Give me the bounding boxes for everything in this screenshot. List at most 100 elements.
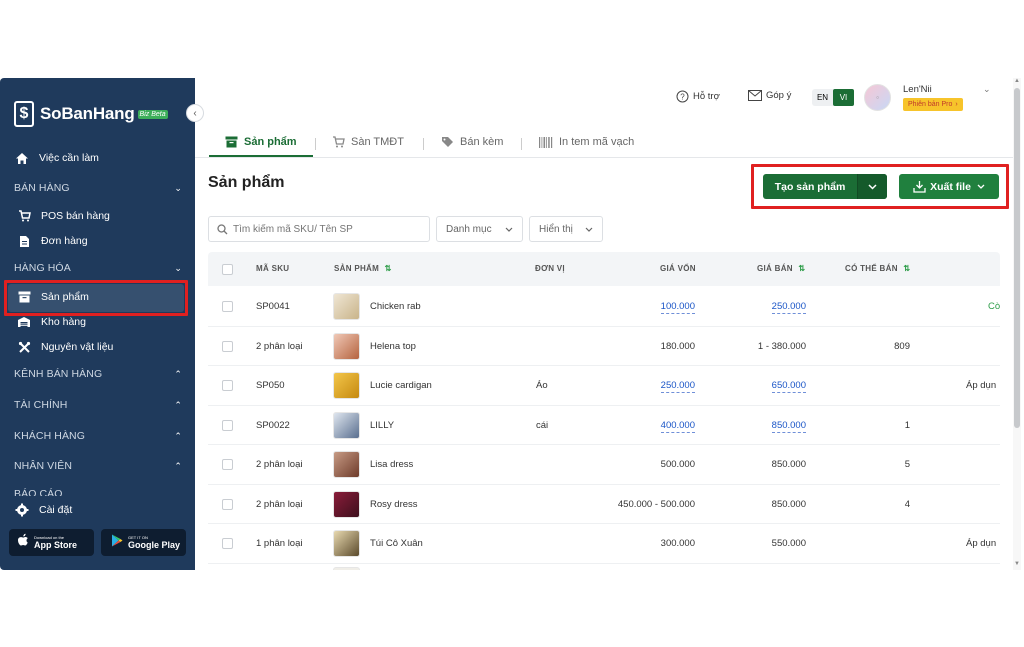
header-sku: MÃ SKU bbox=[256, 264, 290, 273]
avatar[interactable]: ○ bbox=[864, 84, 891, 111]
product-name[interactable]: Chicken rab bbox=[370, 301, 421, 312]
row-checkbox[interactable] bbox=[222, 301, 233, 312]
category-select[interactable]: Danh mục bbox=[436, 216, 523, 242]
price-value: 650.000 bbox=[771, 380, 806, 393]
tab-label: Sản phẩm bbox=[244, 136, 297, 148]
language-toggle[interactable]: EN VI bbox=[812, 89, 854, 106]
search-input[interactable] bbox=[233, 223, 423, 235]
header-available[interactable]: CÓ THỂ BÁN ⇅ bbox=[845, 264, 910, 273]
tab-barcode[interactable]: In tem mã vạch bbox=[539, 136, 634, 148]
product-name[interactable]: Lisa dress bbox=[370, 459, 413, 470]
row-checkbox[interactable] bbox=[222, 459, 233, 470]
tab-bundles[interactable]: Bán kèm bbox=[441, 136, 503, 148]
table-row[interactable]: SP0022 LILLY cái 400.000 850.000 1 bbox=[208, 406, 1000, 445]
cost-value: 100.000 bbox=[660, 301, 695, 314]
sku-cell: 2 phân loại bbox=[256, 459, 303, 470]
tab-label: In tem mã vạch bbox=[559, 136, 635, 148]
document-icon bbox=[16, 234, 32, 248]
sidebar-group-label: BÁO CÁO bbox=[14, 488, 63, 496]
svg-text:?: ? bbox=[680, 92, 685, 101]
table-row[interactable]: 2 phân loại Rosy dress 450.000 - 500.000… bbox=[208, 485, 1000, 524]
sidebar-group-label: TÀI CHÍNH bbox=[14, 399, 68, 411]
sort-icon: ⇅ bbox=[903, 264, 911, 273]
sidebar-group-finance[interactable]: TÀI CHÍNH ⌃ bbox=[14, 399, 182, 411]
tab-ecommerce[interactable]: Sàn TMĐT bbox=[332, 136, 404, 148]
chevron-down-icon: ⌄ bbox=[174, 262, 182, 273]
search-box[interactable] bbox=[208, 216, 430, 242]
product-name[interactable]: LILLY bbox=[370, 420, 394, 431]
cost-cell: 180.000 bbox=[660, 340, 695, 352]
cost-cell[interactable]: 100.000 bbox=[660, 301, 695, 314]
create-dropdown-toggle[interactable] bbox=[857, 174, 887, 199]
product-name[interactable]: Lucie cardigan bbox=[370, 380, 432, 391]
collapse-sidebar-button[interactable]: ‹ bbox=[186, 104, 204, 122]
sidebar: $ SoBanHang Biz Beta Việc cần làm BÁN HÀ… bbox=[0, 78, 195, 570]
row-checkbox[interactable] bbox=[222, 340, 233, 352]
row-checkbox[interactable] bbox=[222, 419, 233, 431]
select-all-checkbox[interactable] bbox=[222, 264, 233, 275]
sidebar-item-settings[interactable]: Cài đặt bbox=[14, 503, 72, 517]
sidebar-item-todo[interactable]: Việc cần làm bbox=[14, 151, 99, 165]
header-cost: GIÁ VỐN bbox=[660, 264, 696, 273]
sidebar-group-staff[interactable]: NHÂN VIÊN ⌃ bbox=[14, 460, 182, 472]
price-cell: 850.000 bbox=[771, 498, 806, 510]
sidebar-item-products[interactable]: Sản phẩm bbox=[16, 290, 89, 304]
export-file-button[interactable]: Xuất file bbox=[899, 174, 999, 199]
logo-text: SoBanHang bbox=[40, 104, 135, 123]
price-cell[interactable]: 850.000 bbox=[771, 419, 806, 433]
table-row[interactable]: 1 phân loại Túi Cô Xuân 300.000 550.000 … bbox=[208, 524, 1000, 564]
sidebar-item-warehouse[interactable]: Kho hàng bbox=[16, 315, 86, 329]
sidebar-item-materials[interactable]: Nguyên vật liệu bbox=[16, 340, 113, 354]
table-row[interactable]: SP0041 Chicken rab 100.000 250.000 Cò bbox=[208, 287, 1000, 327]
cost-cell[interactable]: 400.000 bbox=[660, 419, 695, 433]
product-name[interactable]: Rosy dress bbox=[370, 499, 418, 510]
price-cell[interactable]: 250.000 bbox=[771, 301, 806, 314]
tools-icon bbox=[16, 340, 32, 354]
lang-en[interactable]: EN bbox=[812, 89, 833, 106]
table-row[interactable]: 2 phân loại Helena top 180.000 1 - 380.0… bbox=[208, 327, 1000, 366]
product-name[interactable]: Helena top bbox=[370, 341, 416, 352]
lang-vi[interactable]: VI bbox=[833, 89, 854, 106]
sidebar-item-pos[interactable]: POS bán hàng bbox=[16, 209, 110, 223]
product-name[interactable]: Túi Cô Xuân bbox=[370, 538, 423, 549]
search-icon bbox=[217, 223, 228, 235]
help-link[interactable]: ? Hỗ trợ bbox=[676, 90, 720, 103]
user-name[interactable]: Len'Nii bbox=[903, 84, 932, 95]
header-product[interactable]: SẢN PHẨM ⇅ bbox=[334, 264, 392, 273]
scroll-down-arrow[interactable]: ▼ bbox=[1014, 561, 1020, 567]
logo[interactable]: $ SoBanHang Biz Beta bbox=[14, 101, 168, 127]
row-checkbox[interactable] bbox=[222, 498, 233, 510]
display-select-label: Hiển thị bbox=[539, 223, 573, 235]
sidebar-group-goods[interactable]: HÀNG HÓA ⌄ bbox=[14, 262, 182, 274]
pro-badge-label: Phiên bản Pro bbox=[908, 101, 953, 108]
sidebar-group-channels[interactable]: KÊNH BÁN HÀNG ⌃ bbox=[14, 368, 182, 380]
feedback-label: Góp ý bbox=[766, 90, 792, 101]
create-product-button[interactable]: Tạo sản phẩm bbox=[763, 174, 887, 199]
header-price[interactable]: GIÁ BÁN ⇅ bbox=[757, 264, 805, 273]
price-cell[interactable]: 650.000 bbox=[771, 380, 806, 393]
chevron-down-icon[interactable]: ⌄ bbox=[983, 84, 991, 95]
row-checkbox[interactable] bbox=[222, 538, 233, 549]
row-checkbox[interactable] bbox=[222, 380, 233, 391]
tab-bar: Sản phẩm Sàn TMĐT Bán kèm In tem mã vạch bbox=[195, 128, 1015, 158]
sidebar-group-customers[interactable]: KHÁCH HÀNG ⌃ bbox=[14, 430, 182, 442]
display-select[interactable]: Hiển thị bbox=[529, 216, 603, 242]
scrollbar-thumb[interactable] bbox=[1014, 88, 1020, 428]
header-product-label: SẢN PHẨM bbox=[334, 264, 380, 273]
sidebar-group-sales[interactable]: BÁN HÀNG ⌄ bbox=[14, 182, 182, 194]
tab-products[interactable]: Sản phẩm bbox=[225, 136, 297, 148]
sidebar-group-reports[interactable]: BÁO CÁO bbox=[14, 488, 182, 496]
price-value: 850.000 bbox=[771, 419, 806, 433]
app-store-button[interactable]: Download on the App Store bbox=[9, 529, 94, 556]
table-row[interactable]: SP050 Lucie cardigan Áo 250.000 650.000 … bbox=[208, 366, 1000, 406]
google-play-icon bbox=[111, 534, 123, 552]
scroll-up-arrow[interactable]: ▲ bbox=[1014, 78, 1020, 84]
table-row[interactable]: 2 phân loại Lisa dress 500.000 850.000 5 bbox=[208, 445, 1000, 485]
cost-cell[interactable]: 250.000 bbox=[660, 380, 695, 393]
pro-badge[interactable]: Phiên bản Pro › bbox=[903, 98, 963, 111]
google-play-button[interactable]: GET IT ON Google Play bbox=[101, 529, 186, 556]
feedback-link[interactable]: Góp ý bbox=[748, 90, 791, 101]
sidebar-item-orders[interactable]: Đơn hàng bbox=[16, 234, 88, 248]
chevron-down-icon bbox=[505, 224, 513, 235]
sku-cell: SP050 bbox=[256, 380, 285, 391]
